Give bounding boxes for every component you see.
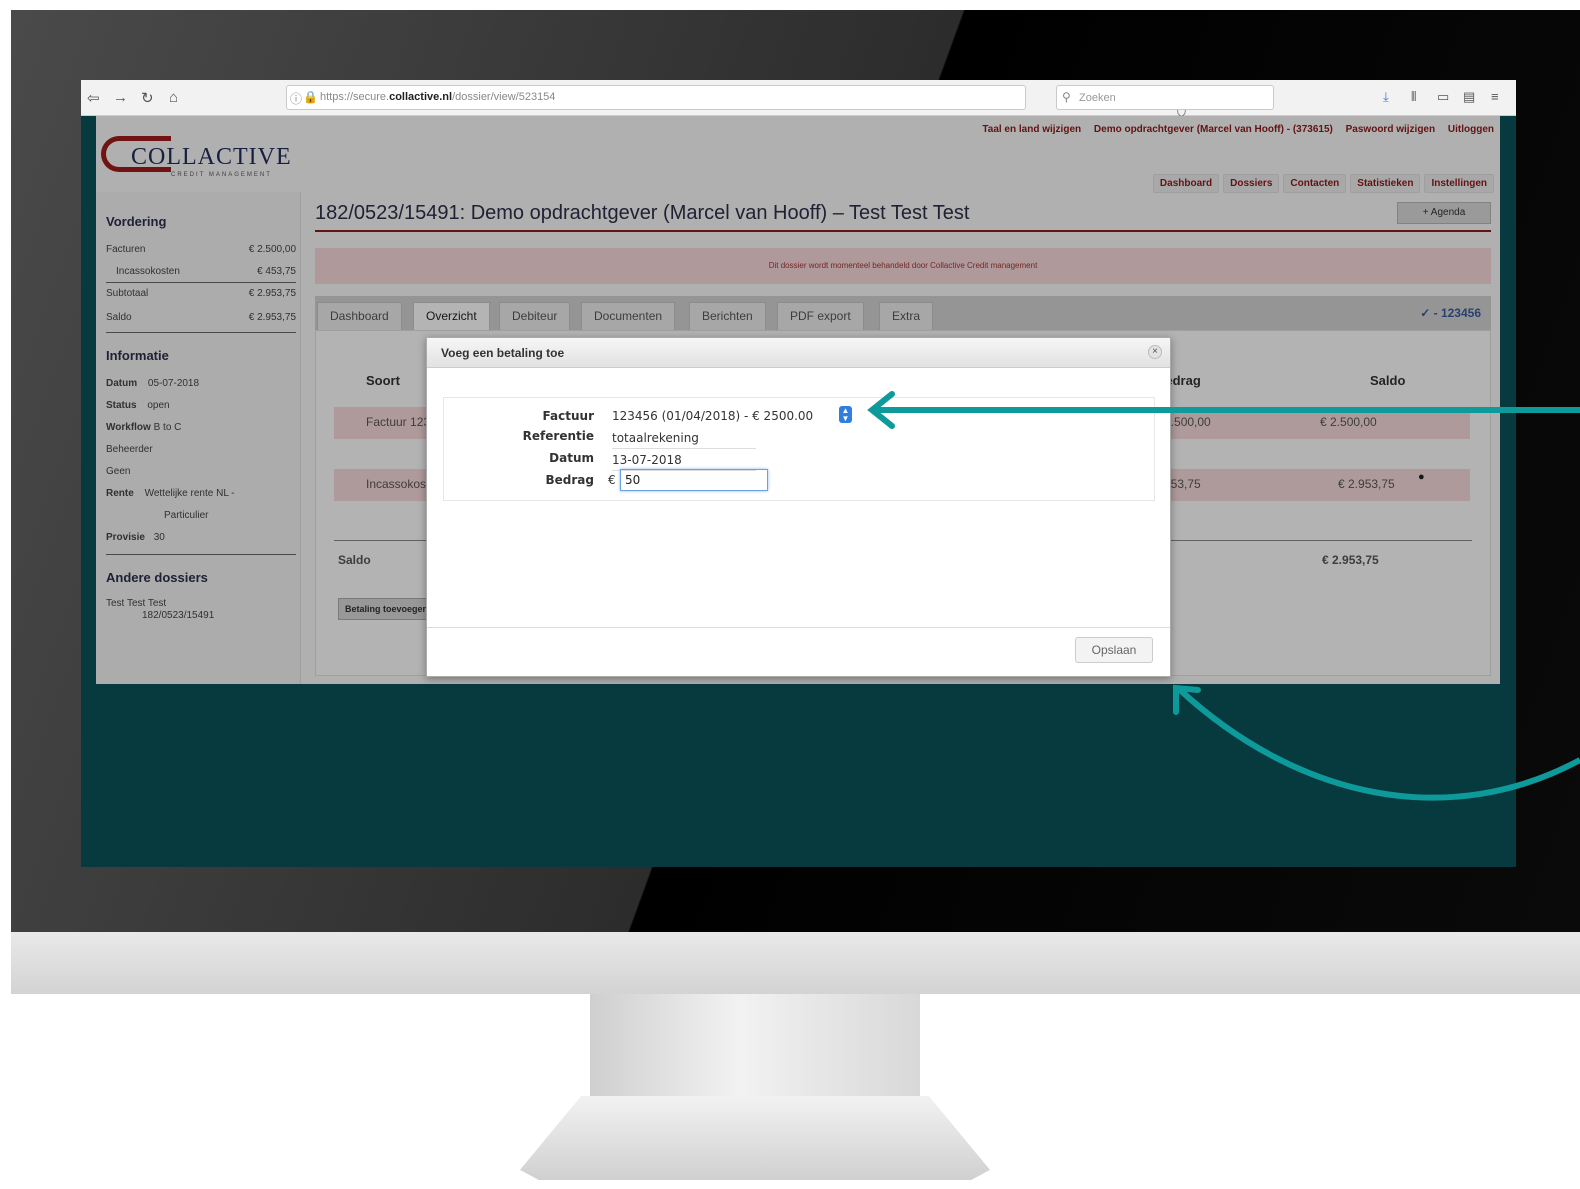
menu-icon[interactable]: ≡ — [1491, 89, 1499, 104]
close-icon[interactable]: × — [1148, 345, 1162, 359]
referentie-label: Referentie — [522, 429, 594, 443]
download-icon[interactable]: ⤓ — [1383, 89, 1389, 105]
add-payment-dialog: Voeg een betaling toe × Factuur 123456 (… — [426, 337, 1171, 677]
search-icon: ⚲ — [1062, 90, 1071, 104]
reader-icon[interactable]: ▤ — [1463, 89, 1475, 105]
dialog-title: Voeg een betaling toe — [441, 346, 565, 360]
reload-icon[interactable]: ↻ — [141, 89, 154, 107]
dialog-header: Voeg een betaling toe × — [427, 338, 1170, 368]
bedrag-input[interactable]: 50 — [620, 469, 768, 491]
currency-symbol: € — [608, 473, 616, 487]
home-icon[interactable]: ⌂ — [169, 89, 178, 106]
bedrag-label: Bedrag — [545, 473, 594, 487]
select-arrows-icon[interactable]: ▲ ▼ — [839, 406, 852, 423]
monitor-stand-neck — [590, 994, 920, 1104]
referentie-input[interactable]: totaalrekening — [612, 431, 699, 445]
save-button[interactable]: Opslaan — [1075, 637, 1153, 663]
back-icon[interactable]: ⇦ — [87, 89, 100, 107]
forward-icon[interactable]: → — [113, 89, 128, 106]
browser-search-input[interactable]: ⚲ Zoeken — [1056, 85, 1274, 110]
info-icon[interactable]: ⓘ — [290, 90, 302, 107]
lock-icon: 🔒 — [303, 90, 318, 104]
library-icon[interactable]: ⫴ — [1411, 89, 1416, 105]
factuur-label: Factuur — [542, 409, 594, 423]
screen: ⇦ → ↻ ⌂ ⓘ 🔒 https://secure.collactive.nl… — [81, 80, 1516, 867]
sidebar-toggle-icon[interactable]: ▭ — [1437, 89, 1449, 105]
url-text: https://secure.collactive.nl/dossier/vie… — [320, 91, 556, 103]
factuur-select[interactable]: 123456 (01/04/2018) - € 2500.00 — [612, 409, 813, 423]
url-bar[interactable]: ⓘ 🔒 https://secure.collactive.nl/dossier… — [286, 85, 1189, 135]
payment-form: Factuur 123456 (01/04/2018) - € 2500.00 … — [443, 397, 1155, 501]
datum-input[interactable]: 13-07-2018 — [612, 453, 682, 467]
monitor-stand-base — [520, 1096, 990, 1180]
browser-toolbar: ⇦ → ↻ ⌂ ⓘ 🔒 https://secure.collactive.nl… — [81, 80, 1516, 135]
monitor-chin — [11, 932, 1580, 994]
datum-label: Datum — [549, 451, 594, 465]
